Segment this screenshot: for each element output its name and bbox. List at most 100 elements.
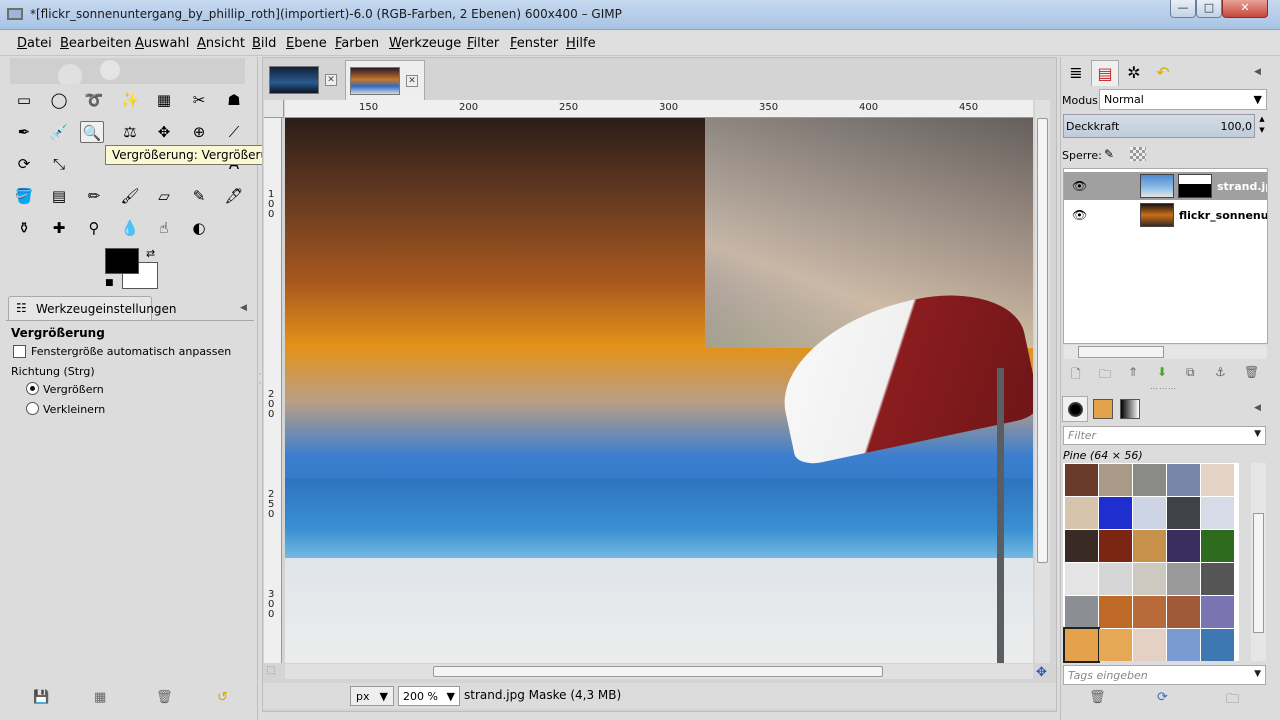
auto-resize-checkbox[interactable]: [13, 345, 26, 358]
pattern-swatch[interactable]: [1201, 563, 1234, 595]
layer-mask-thumbnail[interactable]: [1178, 174, 1212, 198]
paths-icon[interactable]: ✒: [12, 121, 36, 143]
pattern-swatch[interactable]: [1201, 497, 1234, 529]
image-canvas[interactable]: [285, 118, 1033, 663]
menu-farben[interactable]: Farben: [335, 36, 379, 51]
pattern-swatch[interactable]: [1167, 596, 1200, 628]
dock-menu-icon[interactable]: ◀: [1254, 403, 1261, 413]
pattern-swatch[interactable]: [1099, 497, 1132, 529]
pattern-swatch[interactable]: [1201, 629, 1234, 661]
eraser-icon[interactable]: ▱: [152, 185, 176, 207]
measure-icon[interactable]: ⚖: [118, 121, 142, 143]
raise-layer-icon[interactable]: ⇑: [1128, 365, 1138, 379]
pattern-filter-input[interactable]: Filter ▼: [1063, 426, 1266, 445]
brushes-tab-icon[interactable]: [1062, 396, 1088, 422]
menu-auswahl[interactable]: Auswahl: [135, 36, 189, 51]
pattern-swatch[interactable]: [1063, 627, 1100, 663]
pattern-swatch[interactable]: [1133, 563, 1166, 595]
paintbrush-icon[interactable]: 🖌: [118, 185, 142, 207]
pattern-swatch[interactable]: [1133, 629, 1166, 661]
scroll-thumb[interactable]: [1253, 513, 1264, 633]
zoom-select[interactable]: 200 % ▼: [398, 686, 460, 706]
pattern-swatch[interactable]: [1201, 464, 1234, 496]
pattern-swatch[interactable]: [1167, 530, 1200, 562]
pattern-swatch[interactable]: [1201, 596, 1234, 628]
menu-bearbeiten[interactable]: Bearbeiten: [60, 36, 131, 51]
pattern-swatch[interactable]: [1167, 563, 1200, 595]
horizontal-ruler[interactable]: 150 200 250 300 350 400 450: [285, 100, 1033, 118]
eye-icon[interactable]: 👁: [1072, 208, 1087, 222]
image-tab-1[interactable]: ✕: [265, 60, 345, 100]
scroll-thumb[interactable]: [1078, 346, 1164, 358]
pattern-swatch[interactable]: [1065, 563, 1098, 595]
smudge-icon[interactable]: ☝: [152, 217, 176, 239]
foreground-select-icon[interactable]: ☗: [222, 89, 246, 111]
patterns-tab-icon[interactable]: [1090, 396, 1116, 422]
select-by-color-icon[interactable]: ▦: [152, 89, 176, 111]
bucket-fill-icon[interactable]: 🪣: [12, 185, 36, 207]
blur-icon[interactable]: 💧: [118, 217, 142, 239]
paths-tab-icon[interactable]: ✲: [1120, 60, 1148, 86]
maximize-button[interactable]: □: [1196, 0, 1222, 18]
layers-tab-icon[interactable]: ≣: [1062, 60, 1090, 86]
ruler-corner[interactable]: [264, 100, 284, 118]
restore-options-icon[interactable]: ▦: [94, 690, 106, 705]
channels-tab-icon[interactable]: ▤: [1091, 60, 1119, 86]
edit-pattern-icon[interactable]: 🗑: [1089, 690, 1106, 705]
tab-tool-options[interactable]: ☷ Werkzeugeinstellungen: [8, 296, 176, 320]
close-tab-icon[interactable]: ✕: [406, 75, 418, 87]
new-layer-icon[interactable]: 🗋: [1071, 365, 1081, 386]
airbrush-icon[interactable]: ✎: [187, 185, 211, 207]
dodge-burn-icon[interactable]: ◐: [187, 217, 211, 239]
gradients-tab-icon[interactable]: [1117, 396, 1143, 422]
scale-icon[interactable]: ⤡: [47, 153, 71, 175]
eye-icon[interactable]: 👁: [1072, 179, 1087, 193]
pattern-swatch[interactable]: [1065, 464, 1098, 496]
tags-input[interactable]: Tags eingeben ▼: [1063, 665, 1266, 685]
menu-hilfe[interactable]: Hilfe: [566, 36, 596, 51]
swap-colors-icon[interactable]: ⇄: [146, 247, 155, 260]
layer-row[interactable]: 👁 flickr_sonnenur: [1064, 201, 1267, 229]
menu-fenster[interactable]: Fenster: [510, 36, 558, 51]
menu-werkzeuge[interactable]: Werkzeuge: [389, 36, 461, 51]
menu-filter[interactable]: Filter: [467, 36, 499, 51]
rect-select-icon[interactable]: ▭: [12, 89, 36, 111]
scroll-thumb[interactable]: [433, 666, 883, 677]
heal-icon[interactable]: ✚: [47, 217, 71, 239]
lock-alpha-icon[interactable]: [1130, 147, 1146, 161]
refresh-patterns-icon[interactable]: ⟳: [1157, 690, 1168, 705]
patterns-scrollbar[interactable]: [1251, 463, 1266, 661]
perspective-clone-icon[interactable]: ⚲: [82, 217, 106, 239]
scroll-thumb[interactable]: [1037, 118, 1048, 563]
navigate-icon[interactable]: ✥: [1036, 665, 1047, 680]
lock-pixels-icon[interactable]: ✎: [1104, 147, 1114, 161]
dock-separator-grip[interactable]: ⋯⋯⋯: [1150, 384, 1177, 393]
open-pattern-icon[interactable]: 🗀: [1226, 690, 1239, 712]
zoom-tool-icon[interactable]: 🔍: [80, 121, 104, 143]
rotate-icon[interactable]: ⟳: [12, 153, 36, 175]
opacity-spinner[interactable]: ▲ ▼: [1256, 114, 1268, 138]
vertical-ruler[interactable]: 1 0 0 2 0 0 2 5 0 3 0 0: [264, 118, 282, 663]
pattern-swatch[interactable]: [1167, 497, 1200, 529]
pattern-swatch[interactable]: [1133, 530, 1166, 562]
layer-row[interactable]: 👁 strand.jp: [1064, 172, 1267, 200]
pattern-swatch[interactable]: [1099, 563, 1132, 595]
pattern-swatch[interactable]: [1099, 596, 1132, 628]
unit-select[interactable]: px ▼: [350, 686, 394, 706]
move-icon[interactable]: ✥: [152, 121, 176, 143]
tool-options-menu-icon[interactable]: ◀: [240, 303, 247, 313]
canvas-horizontal-scrollbar[interactable]: [285, 664, 1033, 679]
menu-ebene[interactable]: Ebene: [286, 36, 327, 51]
pattern-swatch[interactable]: [1065, 596, 1098, 628]
magic-wand-icon[interactable]: ✨: [118, 89, 142, 111]
dock-menu-icon[interactable]: ◀: [1254, 67, 1261, 77]
pattern-swatch[interactable]: [1099, 629, 1132, 661]
scissors-icon[interactable]: ✂: [187, 89, 211, 111]
pencil-icon[interactable]: ✏: [82, 185, 106, 207]
reset-options-icon[interactable]: ↺: [217, 690, 228, 705]
pattern-swatch[interactable]: [1133, 464, 1166, 496]
zoom-out-radio[interactable]: [26, 402, 39, 415]
save-options-icon[interactable]: 💾: [33, 690, 49, 705]
canvas-vertical-scrollbar[interactable]: [1035, 100, 1050, 663]
anchor-layer-icon[interactable]: ⚓: [1215, 365, 1226, 379]
